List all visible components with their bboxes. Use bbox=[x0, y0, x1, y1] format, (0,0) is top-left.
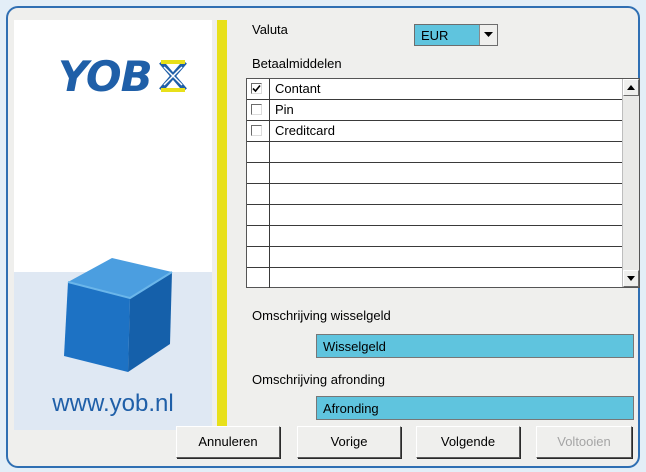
accent-bar bbox=[217, 20, 227, 430]
checkbox-cell bbox=[247, 226, 270, 246]
list-item[interactable]: Contant bbox=[247, 79, 623, 100]
list-item[interactable] bbox=[247, 268, 623, 289]
checkbox-cell bbox=[247, 100, 270, 120]
list-item-label: Pin bbox=[275, 102, 294, 117]
cube-illustration bbox=[64, 258, 173, 372]
checkbox-cell bbox=[247, 205, 270, 225]
cancel-button[interactable]: Annuleren bbox=[176, 426, 280, 458]
list-item[interactable]: Pin bbox=[247, 100, 623, 121]
change-description-field[interactable]: Wisselgeld bbox=[316, 334, 634, 358]
rounding-description-label: Omschrijving afronding bbox=[252, 372, 385, 387]
brand-panel: YOB www.yob.nl bbox=[14, 20, 212, 430]
list-item-label: Contant bbox=[275, 81, 321, 96]
logo-mark-icon bbox=[158, 60, 187, 92]
list-item[interactable] bbox=[247, 184, 623, 205]
checkbox-contant[interactable] bbox=[251, 83, 262, 94]
yob-logo: YOB bbox=[58, 46, 188, 106]
list-item-label: Creditcard bbox=[275, 123, 335, 138]
change-description-label: Omschrijving wisselgeld bbox=[252, 308, 391, 323]
website-url: www.yob.nl bbox=[52, 390, 174, 417]
list-item[interactable] bbox=[247, 205, 623, 226]
arrow-down-icon[interactable] bbox=[623, 270, 639, 287]
rounding-description-field[interactable]: Afronding bbox=[316, 396, 634, 420]
arrow-up-icon[interactable] bbox=[623, 79, 639, 96]
checkbox-cell bbox=[247, 163, 270, 183]
finish-button[interactable]: Voltooien bbox=[536, 426, 632, 458]
list-item[interactable] bbox=[247, 142, 623, 163]
checkbox-creditcard[interactable] bbox=[251, 125, 262, 136]
checkmark-icon bbox=[252, 84, 261, 93]
checkbox-pin[interactable] bbox=[251, 104, 262, 115]
previous-button[interactable]: Vorige bbox=[297, 426, 401, 458]
list-item[interactable] bbox=[247, 226, 623, 247]
chevron-down-icon[interactable] bbox=[479, 25, 497, 45]
checkbox-cell bbox=[247, 142, 270, 162]
checkbox-cell bbox=[247, 79, 270, 99]
vertical-scrollbar[interactable] bbox=[622, 79, 639, 287]
list-item[interactable] bbox=[247, 163, 623, 184]
checkbox-cell bbox=[247, 268, 270, 288]
currency-value: EUR bbox=[421, 27, 449, 43]
next-button[interactable]: Volgende bbox=[416, 426, 520, 458]
checkbox-cell bbox=[247, 121, 270, 141]
currency-select[interactable]: EUR bbox=[414, 24, 498, 46]
payment-methods-list[interactable]: Contant Pin Creditcard bbox=[246, 78, 640, 288]
checkbox-cell bbox=[247, 247, 270, 267]
currency-label: Valuta bbox=[252, 22, 288, 37]
checkbox-cell bbox=[247, 184, 270, 204]
list-item[interactable]: Creditcard bbox=[247, 121, 623, 142]
logo-text: YOB bbox=[58, 51, 153, 101]
payment-methods-label: Betaalmiddelen bbox=[252, 56, 342, 71]
list-item[interactable] bbox=[247, 247, 623, 268]
